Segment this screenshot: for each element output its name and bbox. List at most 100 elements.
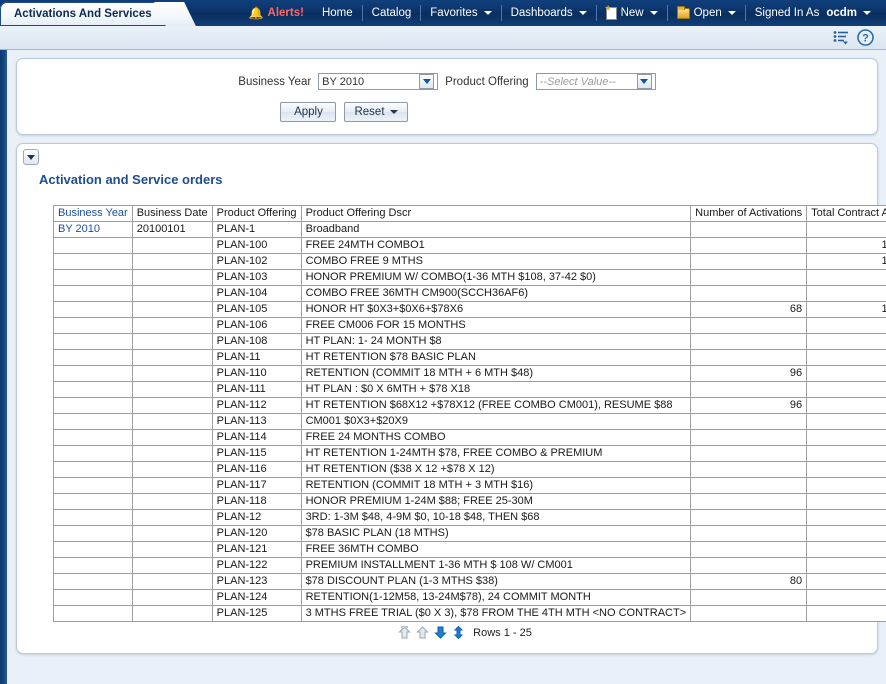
- nav-signed-in-as[interactable]: Signed In As ocdm: [746, 0, 880, 26]
- business-year-label: Business Year: [238, 76, 311, 88]
- cell-product-offering-dscr: COMBO FREE 9 MTHS: [301, 254, 691, 270]
- nav-catalog-label: Catalog: [372, 0, 412, 26]
- cell-product-offering-dscr: RETENTION (COMMIT 18 MTH + 6 MTH $48): [301, 366, 691, 382]
- nav-dashboards[interactable]: Dashboards: [502, 0, 596, 26]
- cell-business-year: [54, 510, 133, 526]
- cell-business-year: [54, 318, 133, 334]
- cell-total-contract-arpu: 2753: [807, 494, 886, 510]
- table-row: PLAN-114FREE 24 MONTHS COMBO6898: [54, 430, 886, 446]
- cell-product-offering: PLAN-121: [212, 542, 301, 558]
- column-header-total-contract-arpu[interactable]: Total Contract ARPU: [807, 206, 886, 222]
- chevron-down-icon: [863, 11, 871, 15]
- cell-product-offering: PLAN-105: [212, 302, 301, 318]
- cell-business-year: [54, 350, 133, 366]
- dashboard-page-tab[interactable]: Activations And Services: [0, 2, 168, 26]
- product-offering-select[interactable]: --Select Value--: [536, 73, 656, 90]
- column-header-number-of-activations[interactable]: Number of Activations: [691, 206, 807, 222]
- rows-range-label: Rows 1 - 25: [473, 627, 532, 639]
- column-header-product-offering[interactable]: Product Offering: [212, 206, 301, 222]
- cell-number-of-activations: [691, 238, 807, 254]
- cell-number-of-activations: [691, 286, 807, 302]
- cell-total-contract-arpu: 2753: [807, 558, 886, 574]
- cell-product-offering: PLAN-111: [212, 382, 301, 398]
- cell-total-contract-arpu: 9444: [807, 510, 886, 526]
- table-header: Business Year Business Date Product Offe…: [54, 206, 886, 222]
- chevron-down-icon: [728, 11, 736, 15]
- table-row: PLAN-113CM001 $0X3+$20X92753: [54, 414, 886, 430]
- cell-total-contract-arpu: 6193: [807, 478, 886, 494]
- prompt-row: Business Year BY 2010 Product Offering -…: [29, 73, 865, 90]
- chevron-down-icon[interactable]: [637, 74, 652, 89]
- apply-button-label: Apply: [294, 106, 323, 118]
- table-row: PLAN-120$78 BASIC PLAN (18 MTHS)6691: [54, 526, 886, 542]
- cell-product-offering-dscr: HONOR HT $0X3+$0X6+$78X6: [301, 302, 691, 318]
- cell-business-year: [54, 382, 133, 398]
- cell-total-contract-arpu: 2753: [807, 350, 886, 366]
- chevron-down-icon[interactable]: [419, 74, 434, 89]
- help-icon[interactable]: ?: [857, 29, 874, 46]
- cell-product-offering: PLAN-116: [212, 462, 301, 478]
- collapse-section-button[interactable]: [23, 149, 39, 165]
- cell-business-date: [132, 238, 212, 254]
- nav-alerts[interactable]: 🔔 Alerts!: [240, 0, 313, 26]
- table-row: PLAN-116HT RETENTION ($38 X 12 +$78 X 12…: [54, 462, 886, 478]
- chevron-down-icon: [484, 11, 492, 15]
- table-row: PLAN-124RETENTION(1-12M58, 13-24M$78), 2…: [54, 590, 886, 606]
- cell-business-year: [54, 526, 133, 542]
- table-row: PLAN-100FREE 24MTH COMBO118888: [54, 238, 886, 254]
- cell-business-year: [54, 446, 133, 462]
- cell-product-offering: PLAN-100: [212, 238, 301, 254]
- cell-total-contract-arpu: 6691: [807, 526, 886, 542]
- cell-total-contract-arpu: 2753: [807, 270, 886, 286]
- apply-button[interactable]: Apply: [280, 102, 336, 122]
- cell-total-contract-arpu: 2753: [807, 382, 886, 398]
- cell-business-date: [132, 590, 212, 606]
- cell-business-date: [132, 254, 212, 270]
- activation-service-orders-table: Business Year Business Date Product Offe…: [53, 205, 886, 622]
- table-body: BY 201020100101PLAN-1Broadband8258PLAN-1…: [54, 222, 886, 622]
- nav-new[interactable]: New: [597, 0, 667, 26]
- cell-product-offering: PLAN-118: [212, 494, 301, 510]
- table-row: PLAN-110RETENTION (COMMIT 18 MTH + 6 MTH…: [54, 366, 886, 382]
- cell-number-of-activations: [691, 526, 807, 542]
- table-row: PLAN-123RD: 1-3M $48, 4-9M $0, 10-18 $48…: [54, 510, 886, 526]
- list-options-icon[interactable]: [833, 30, 849, 45]
- last-page-arrow-icon[interactable]: [452, 626, 465, 639]
- cell-product-offering-dscr: HT RETENTION $68X12 +$78X12 (FREE COMBO …: [301, 398, 691, 414]
- nav-open-label: Open: [694, 0, 722, 26]
- nav-home[interactable]: Home: [313, 0, 362, 26]
- nav-open[interactable]: Open: [668, 0, 745, 26]
- column-header-business-year[interactable]: Business Year: [54, 206, 133, 222]
- cell-product-offering-dscr: RETENTION(1-12M58, 13-24M$78), 24 COMMIT…: [301, 590, 691, 606]
- cell-total-contract-arpu: 2753: [807, 414, 886, 430]
- cell-product-offering-dscr: HONOR PREMIUM 1-24M $88; FREE 25-30M: [301, 494, 691, 510]
- first-page-arrow-icon[interactable]: [398, 626, 411, 639]
- cell-business-year: [54, 398, 133, 414]
- business-year-select[interactable]: BY 2010: [318, 73, 438, 90]
- nav-favorites[interactable]: Favorites: [421, 0, 500, 26]
- cell-product-offering-dscr: FREE 36MTH COMBO: [301, 542, 691, 558]
- column-header-business-date[interactable]: Business Date: [132, 206, 212, 222]
- cell-business-date: [132, 398, 212, 414]
- table-row: PLAN-115HT RETENTION 1-24MTH $78, FREE C…: [54, 446, 886, 462]
- cell-total-contract-arpu: [807, 366, 886, 382]
- cell-number-of-activations: [691, 350, 807, 366]
- next-page-arrow-icon[interactable]: [434, 626, 447, 639]
- cell-business-date: [132, 558, 212, 574]
- nav-catalog[interactable]: Catalog: [363, 0, 421, 26]
- cell-product-offering: PLAN-106: [212, 318, 301, 334]
- table-row: PLAN-111HT PLAN : $0 X 6MTH + $78 X18275…: [54, 382, 886, 398]
- cell-business-date: [132, 574, 212, 590]
- column-header-product-offering-dscr[interactable]: Product Offering Dscr: [301, 206, 691, 222]
- cell-total-contract-arpu: [807, 574, 886, 590]
- product-offering-label: Product Offering: [445, 76, 529, 88]
- cell-business-year[interactable]: BY 2010: [54, 222, 133, 238]
- reset-button[interactable]: Reset: [344, 102, 407, 122]
- cell-business-date: [132, 494, 212, 510]
- new-page-icon: [606, 7, 617, 20]
- previous-page-arrow-icon[interactable]: [416, 626, 429, 639]
- cell-product-offering: PLAN-114: [212, 430, 301, 446]
- global-navigation: 🔔 Alerts! Home Catalog Favorites Dashboa…: [240, 0, 886, 26]
- cell-product-offering-dscr: CM001 $0X3+$20X9: [301, 414, 691, 430]
- cell-product-offering: PLAN-112: [212, 398, 301, 414]
